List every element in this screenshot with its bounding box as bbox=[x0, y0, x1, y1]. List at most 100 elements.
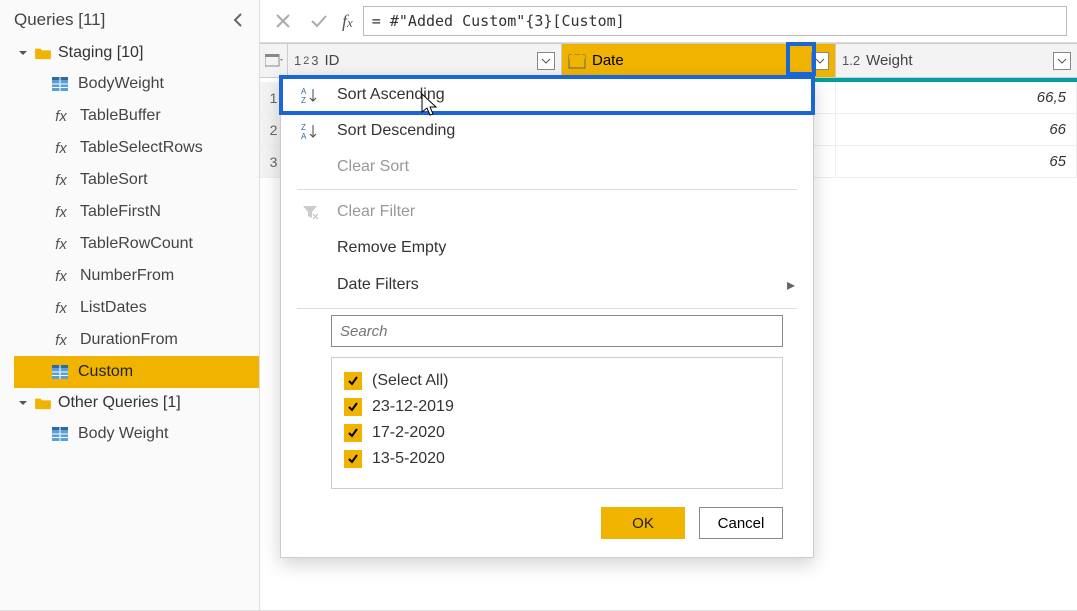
menu-label: Clear Sort bbox=[337, 158, 409, 176]
type-date-icon bbox=[568, 53, 586, 69]
queries-title: Queries [11] bbox=[14, 10, 105, 30]
fx-icon: fx bbox=[52, 108, 70, 125]
filter-option[interactable]: 23-12-2019 bbox=[344, 394, 770, 420]
svg-text:A: A bbox=[301, 132, 307, 140]
column-header-weight[interactable]: 1.2 Weight bbox=[836, 44, 1077, 78]
fx-icon: fx bbox=[52, 300, 70, 317]
column-filter-button[interactable] bbox=[537, 52, 555, 70]
close-icon bbox=[274, 12, 292, 30]
checkbox-checked-icon bbox=[344, 450, 362, 468]
filter-value-list: (Select All) 23-12-2019 17-2-2020 13-5-2… bbox=[331, 357, 783, 489]
column-header-date[interactable]: Date bbox=[562, 44, 836, 78]
table-icon bbox=[52, 365, 68, 379]
type-whole-number-icon: 123 bbox=[294, 53, 319, 68]
cell[interactable]: 65 bbox=[836, 146, 1077, 178]
group-label: Staging [10] bbox=[58, 44, 143, 62]
checkbox-checked-icon bbox=[344, 372, 362, 390]
query-item[interactable]: fx TableFirstN bbox=[14, 196, 259, 228]
option-label: 13-5-2020 bbox=[372, 450, 445, 468]
fx-icon: fx bbox=[52, 204, 70, 221]
fx-icon: fx bbox=[52, 140, 70, 157]
menu-label: Date Filters bbox=[337, 276, 419, 294]
formula-input[interactable] bbox=[363, 6, 1067, 36]
query-item[interactable]: Body Weight bbox=[14, 418, 259, 450]
chevron-down-icon bbox=[541, 57, 551, 65]
column-name: Date bbox=[592, 52, 805, 69]
fx-icon: fx bbox=[52, 332, 70, 349]
dropdown-footer: OK Cancel bbox=[281, 489, 813, 539]
separator bbox=[297, 189, 797, 190]
query-item[interactable]: fx TableSelectRows bbox=[14, 132, 259, 164]
query-label: NumberFrom bbox=[80, 267, 174, 285]
menu-label: Sort Descending bbox=[337, 122, 455, 140]
query-label: TableBuffer bbox=[80, 107, 161, 125]
fx-icon: fx bbox=[52, 268, 70, 285]
query-label: TableSelectRows bbox=[80, 139, 203, 157]
clear-filter-icon bbox=[299, 203, 321, 221]
svg-text:Z: Z bbox=[301, 123, 306, 132]
grid-corner-button[interactable] bbox=[260, 44, 288, 78]
table-icon bbox=[52, 77, 68, 91]
menu-sort-ascending[interactable]: AZ Sort Ascending bbox=[281, 77, 813, 113]
query-label: Body Weight bbox=[78, 425, 168, 443]
checkbox-checked-icon bbox=[344, 424, 362, 442]
fx-icon: fx bbox=[52, 236, 70, 253]
menu-remove-empty[interactable]: Remove Empty bbox=[281, 230, 813, 266]
column-filter-button-date[interactable] bbox=[811, 52, 829, 70]
column-header-id[interactable]: 123 ID bbox=[288, 44, 562, 78]
type-decimal-icon: 1.2 bbox=[842, 53, 860, 68]
menu-date-filters[interactable]: Date Filters ▸ bbox=[281, 266, 813, 304]
query-item[interactable]: fx TableRowCount bbox=[14, 228, 259, 260]
menu-label: Clear Filter bbox=[337, 203, 415, 221]
collapse-icon[interactable] bbox=[231, 12, 245, 28]
table-icon bbox=[52, 427, 68, 441]
query-item[interactable]: fx NumberFrom bbox=[14, 260, 259, 292]
table-icon bbox=[265, 54, 283, 68]
folder-icon bbox=[34, 46, 52, 60]
menu-clear-sort: Clear Sort bbox=[281, 149, 813, 185]
fx-label: fx bbox=[342, 11, 353, 32]
option-label: 17-2-2020 bbox=[372, 424, 445, 442]
query-label: TableFirstN bbox=[80, 203, 161, 221]
menu-clear-filter: Clear Filter bbox=[281, 194, 813, 230]
cancel-formula-button[interactable] bbox=[270, 7, 296, 35]
column-name: ID bbox=[325, 52, 532, 69]
ok-button[interactable]: OK bbox=[601, 507, 685, 539]
query-item[interactable]: fx DurationFrom bbox=[14, 324, 259, 356]
query-item[interactable]: fxTableSort bbox=[14, 164, 259, 196]
column-dropdown-menu: AZ Sort Ascending ZA Sort Descending Cle… bbox=[280, 76, 814, 558]
query-list-staging: BodyWeight fx TableBuffer fx TableSelectRo… bbox=[14, 68, 259, 388]
menu-label: Sort Ascending bbox=[337, 86, 445, 104]
chevron-down-icon bbox=[815, 57, 825, 65]
filter-option[interactable]: 13-5-2020 bbox=[344, 446, 770, 472]
option-label: (Select All) bbox=[372, 372, 448, 390]
menu-sort-descending[interactable]: ZA Sort Descending bbox=[281, 113, 813, 149]
queries-header: Queries [11] bbox=[0, 0, 259, 38]
option-label: 23-12-2019 bbox=[372, 398, 454, 416]
filter-search bbox=[331, 315, 783, 347]
filter-option[interactable]: 17-2-2020 bbox=[344, 420, 770, 446]
query-item[interactable]: fx ListDates bbox=[14, 292, 259, 324]
query-item-custom[interactable]: Custom bbox=[14, 356, 259, 388]
chevron-right-icon: ▸ bbox=[787, 275, 795, 295]
query-item[interactable]: fx TableBuffer bbox=[14, 100, 259, 132]
query-label: ListDates bbox=[80, 299, 147, 317]
commit-formula-button[interactable] bbox=[306, 7, 332, 35]
query-label: DurationFrom bbox=[80, 331, 178, 349]
column-filter-button[interactable] bbox=[1053, 52, 1071, 70]
filter-option[interactable]: (Select All) bbox=[344, 368, 770, 394]
cell[interactable]: 66 bbox=[836, 114, 1077, 146]
cancel-button[interactable]: Cancel bbox=[699, 507, 783, 539]
check-icon bbox=[309, 12, 329, 30]
group-other[interactable]: Other Queries [1] bbox=[14, 388, 259, 418]
group-staging[interactable]: Staging [10] bbox=[14, 38, 259, 68]
chevron-down-icon bbox=[1057, 57, 1067, 65]
main-area: fx 123 ID Date bbox=[260, 0, 1077, 610]
caret-down-icon bbox=[18, 48, 28, 58]
queries-pane: Queries [11] Staging [10] BodyWeight fxT… bbox=[0, 0, 260, 610]
query-label: TableRowCount bbox=[80, 235, 193, 253]
cell[interactable]: 66,5 bbox=[836, 82, 1077, 114]
query-item[interactable]: BodyWeight bbox=[14, 68, 259, 100]
menu-label: Remove Empty bbox=[337, 239, 446, 257]
filter-search-input[interactable] bbox=[331, 315, 783, 347]
